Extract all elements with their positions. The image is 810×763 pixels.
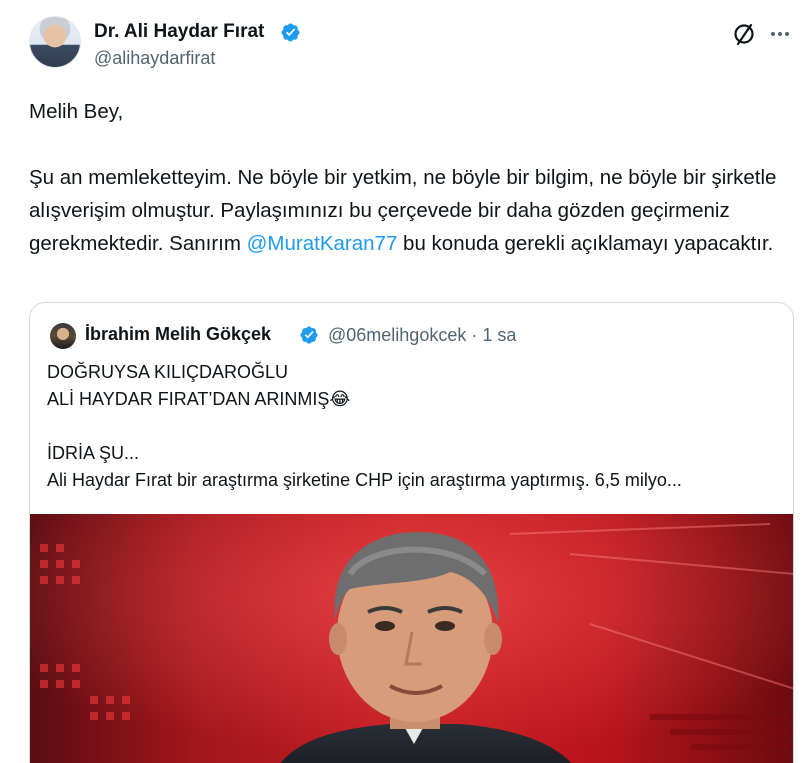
grok-icon[interactable] [730,20,758,48]
tweet[interactable]: Dr. Ali Haydar Fırat @alihaydarfirat Mel… [0,0,810,763]
tweet-text: Melih Bey, Şu an memleketteyim. Ne böyle… [29,95,789,260]
quoted-line: İDRİA ŞU... [47,443,140,463]
news-photo-illustration [30,514,793,763]
verified-badge-icon [281,23,300,42]
quoted-author-name[interactable]: İbrahim Melih Gökçek [85,324,271,345]
quoted-line: ALİ HAYDAR FIRAT’DAN ARINMIŞ😂 [47,389,351,409]
author-name[interactable]: Dr. Ali Haydar Fırat [94,21,264,43]
quoted-author-avatar[interactable] [50,323,76,349]
quoted-text: DOĞRUYSA KILIÇDAROĞLU ALİ HAYDAR FIRAT’D… [47,359,782,494]
quoted-tweet[interactable]: İbrahim Melih Gökçek @06melihgokcek · 1 … [29,302,794,763]
quoted-line: DOĞRUYSA KILIÇDAROĞLU [47,362,289,382]
tweet-greeting: Melih Bey, [29,100,124,123]
more-options-icon[interactable] [766,20,794,48]
quoted-media-image[interactable] [30,514,793,763]
verified-badge-icon [300,326,318,344]
author-handle[interactable]: @alihaydarfirat [94,48,215,69]
tweet-text-part2: bu konuda gerekli açıklamayı yapacaktır. [397,232,774,255]
tweet-paragraph: Şu an memleketteyim. Ne böyle bir yetkim… [29,161,789,260]
author-avatar[interactable] [29,16,81,68]
quoted-line: Ali Haydar Fırat bir araştırma şirketine… [47,470,682,490]
quoted-handle-time[interactable]: @06melihgokcek · 1 sa [328,325,516,346]
mention-link[interactable]: @MuratKaran77 [247,232,398,255]
